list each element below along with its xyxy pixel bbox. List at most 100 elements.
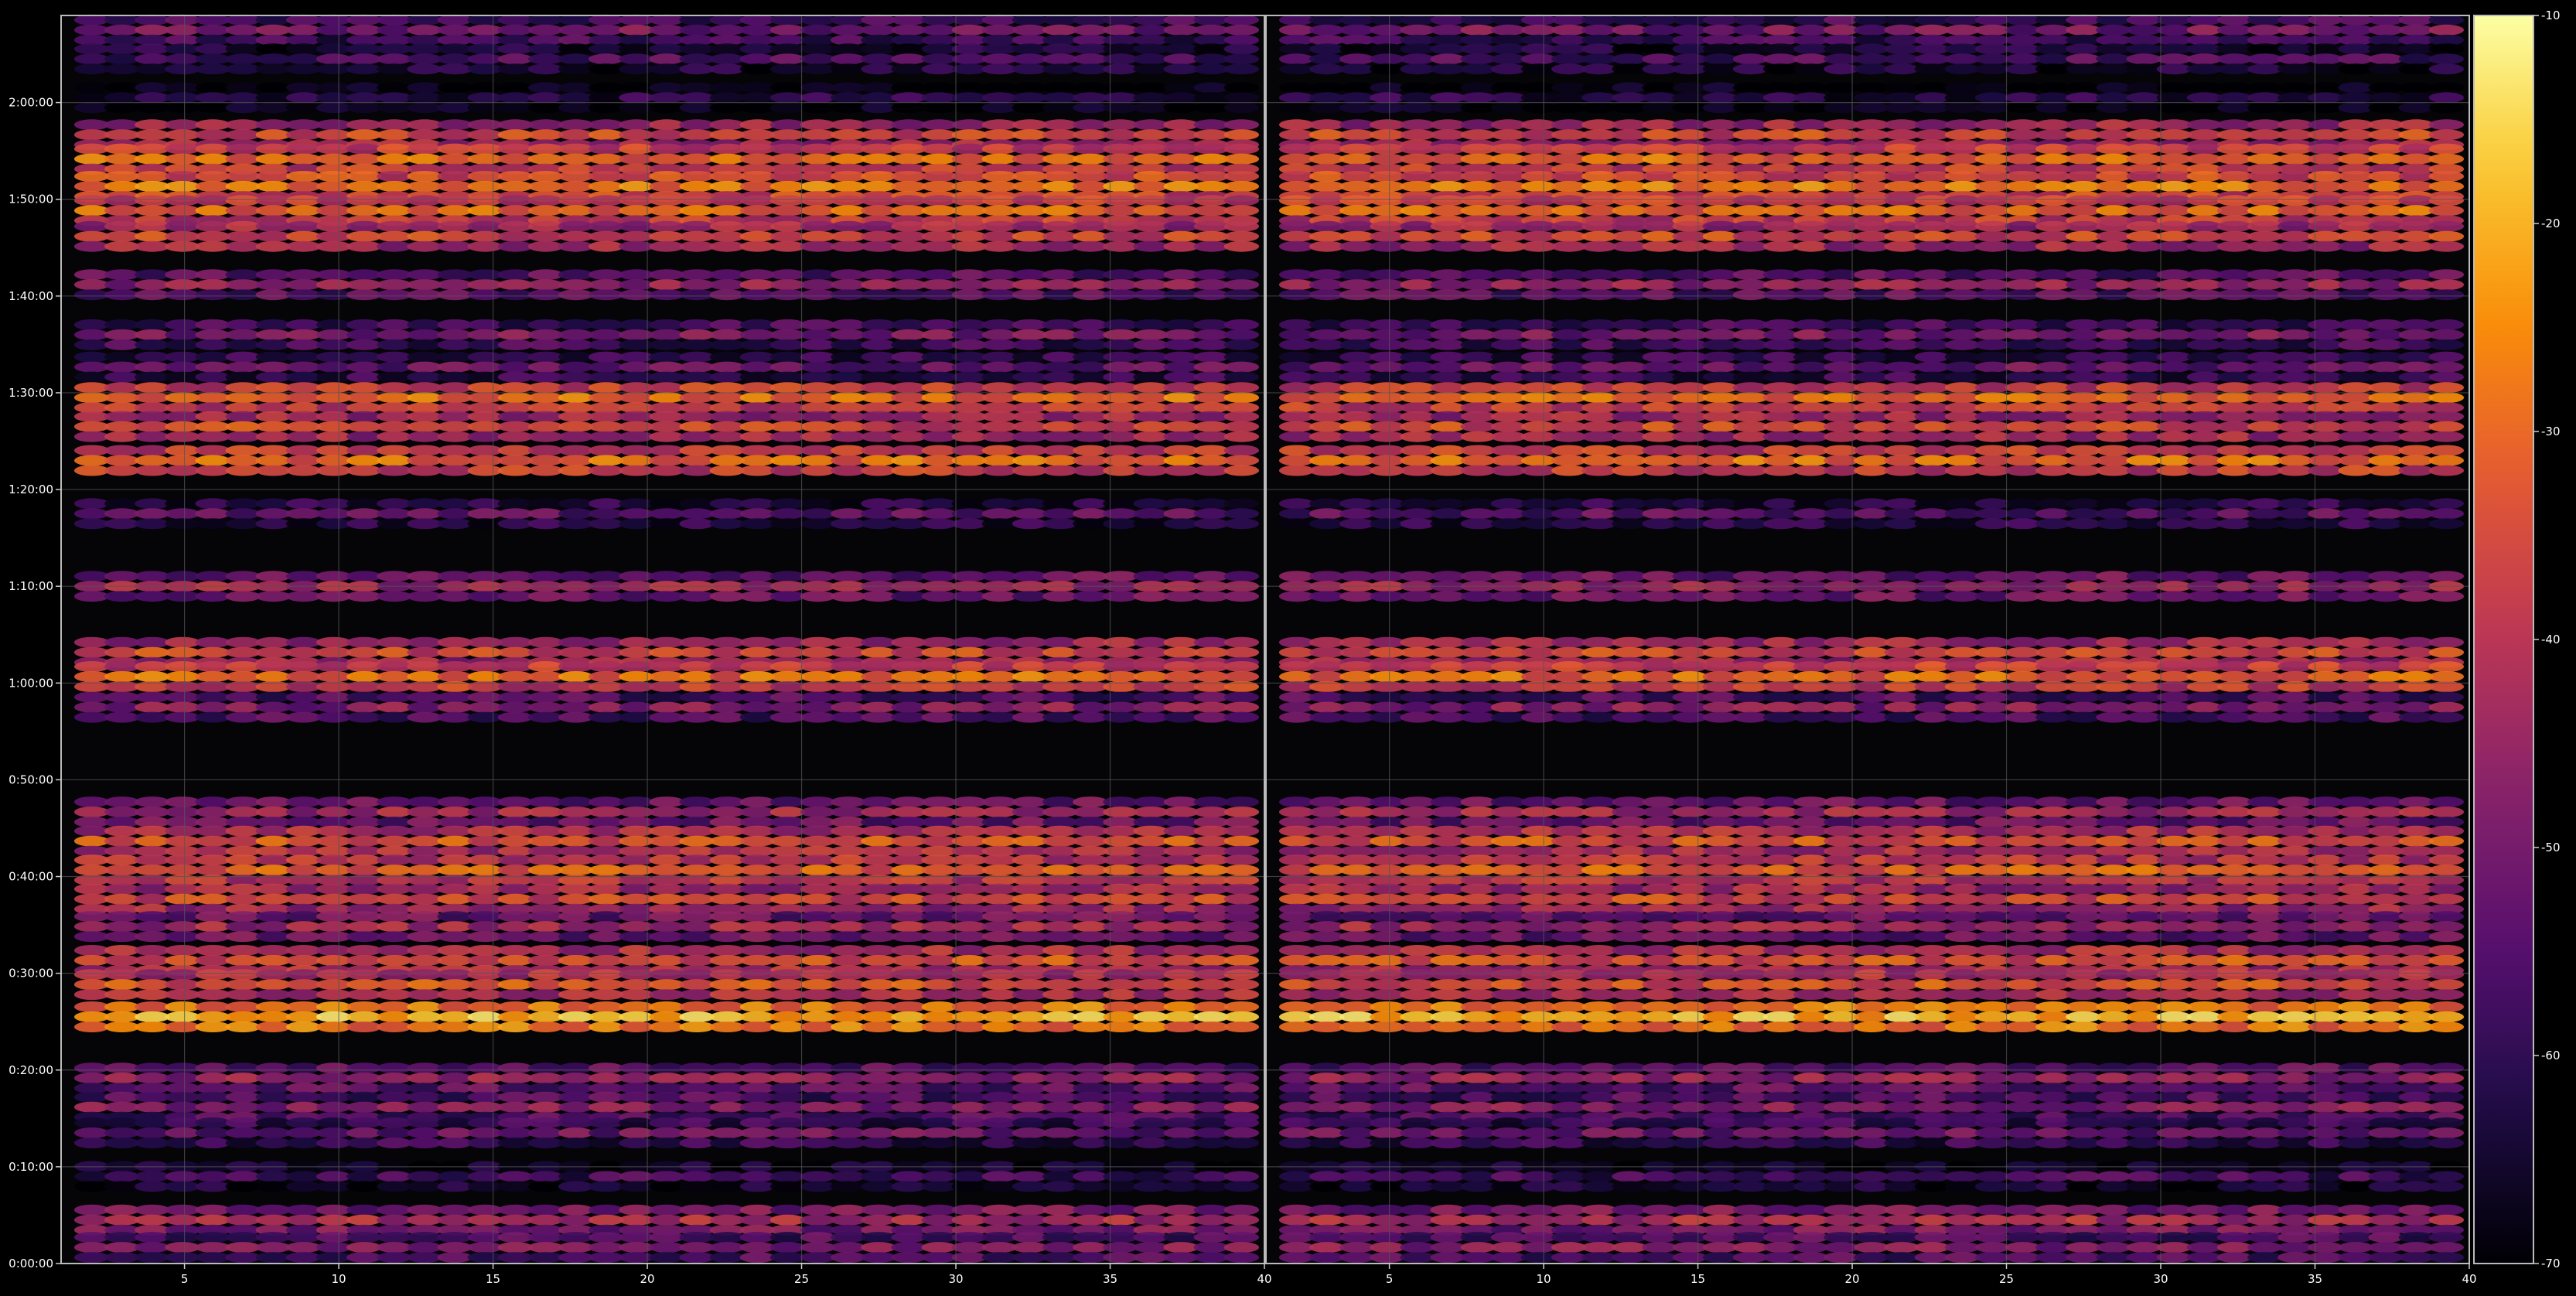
heatmap-cell <box>377 382 411 393</box>
heatmap-cell <box>104 826 139 837</box>
heatmap-cell <box>377 508 411 519</box>
heatmap-cell <box>104 865 139 875</box>
heatmap-cell <box>1551 319 1586 330</box>
heatmap-cell <box>1915 319 1950 330</box>
heatmap-cell <box>1073 1137 1107 1148</box>
heatmap-cell <box>1164 411 1199 422</box>
heatmap-cell <box>316 181 351 192</box>
heatmap-cell <box>437 231 472 242</box>
heatmap-cell <box>468 466 503 476</box>
heatmap-cell <box>1164 1242 1199 1253</box>
heatmap-cell <box>710 319 745 330</box>
heatmap-cell <box>619 269 653 280</box>
heatmap-cell <box>468 571 503 581</box>
heatmap-cell <box>316 931 351 942</box>
heatmap-cell <box>922 796 957 807</box>
heatmap-cell <box>1194 43 1229 54</box>
heatmap-cell <box>710 1001 745 1012</box>
heatmap-cell <box>740 53 775 64</box>
heatmap-cell <box>891 1117 926 1128</box>
heatmap-cell <box>861 171 896 182</box>
heatmap-cell <box>922 1062 957 1073</box>
heatmap-cell <box>346 571 381 581</box>
heatmap-cell <box>649 1102 684 1113</box>
heatmap-cell <box>468 92 503 103</box>
heatmap-cell <box>2217 144 2252 155</box>
heatmap-cell <box>498 289 533 300</box>
heatmap-cell <box>226 154 261 165</box>
heatmap-cell <box>1073 382 1107 393</box>
heatmap-cell <box>1854 241 1888 252</box>
heatmap-cell <box>1164 826 1199 837</box>
heatmap-cell <box>800 279 835 290</box>
heatmap-cell <box>800 508 835 519</box>
heatmap-cell <box>135 82 169 93</box>
heatmap-cell <box>2247 129 2282 140</box>
heatmap-cell <box>286 431 321 442</box>
heatmap-cell <box>346 894 381 905</box>
heatmap-cell <box>437 671 472 682</box>
heatmap-cell <box>1581 119 1616 130</box>
heatmap-cell <box>861 102 896 113</box>
heatmap-cell <box>770 1001 805 1012</box>
heatmap-cell <box>2096 279 2131 290</box>
heatmap-cell <box>74 508 109 519</box>
heatmap-cell <box>498 591 533 602</box>
heatmap-cell <box>2399 181 2434 192</box>
heatmap-cell <box>1073 702 1107 713</box>
heatmap-cell <box>135 1181 169 1192</box>
heatmap-cell <box>74 63 109 74</box>
heatmap-cell <box>104 339 139 350</box>
heatmap-cell <box>1673 319 1708 330</box>
heatmap-cell <box>1012 807 1047 817</box>
heatmap-cell <box>74 1092 109 1103</box>
heatmap-cell <box>1824 129 1858 140</box>
heatmap-cell <box>2187 129 2222 140</box>
heatmap-cell <box>1224 102 1259 113</box>
heatmap-cell <box>1012 43 1047 54</box>
heatmap-cell <box>1400 241 1435 252</box>
heatmap-cell <box>1042 591 1077 602</box>
heatmap-cell <box>831 362 865 373</box>
heatmap-cell <box>1133 807 1168 817</box>
heatmap-cell <box>104 1021 139 1032</box>
heatmap-cell <box>589 455 623 466</box>
heatmap-cell <box>256 25 291 36</box>
heatmap-cell <box>1915 53 1950 64</box>
heatmap-cell <box>1945 289 1980 300</box>
heatmap-cell <box>740 241 775 252</box>
heatmap-cell <box>468 421 503 432</box>
heatmap-cell <box>1339 119 1374 130</box>
heatmap-cell <box>619 1001 653 1012</box>
heatmap-cell <box>1673 241 1708 252</box>
heatmap-cell <box>679 671 714 682</box>
heatmap-cell <box>1042 1252 1077 1263</box>
heatmap-cell <box>800 25 835 36</box>
heatmap-cell <box>498 119 533 130</box>
heatmap-cell <box>922 989 957 1000</box>
heatmap-cell <box>800 119 835 130</box>
heatmap-cell <box>1224 989 1259 1000</box>
heatmap-cell <box>377 319 411 330</box>
heatmap-cell <box>74 884 109 895</box>
heatmap-cell <box>770 1102 805 1113</box>
heatmap-cell <box>165 63 200 74</box>
heatmap-cell <box>1551 205 1586 216</box>
heatmap-cell <box>679 171 714 182</box>
heatmap-cell <box>710 1021 745 1032</box>
heatmap-cell <box>952 647 987 658</box>
heatmap-cell <box>1521 231 1556 242</box>
heatmap-cell <box>800 702 835 713</box>
heatmap-cell <box>2157 231 2192 242</box>
heatmap-cell <box>468 647 503 658</box>
heatmap-cell <box>861 647 896 658</box>
heatmap-cell <box>1854 102 1888 113</box>
heatmap-cell <box>1133 921 1168 932</box>
heatmap-cell <box>346 195 381 206</box>
heatmap-cell <box>1133 205 1168 216</box>
heatmap-cell <box>2127 231 2161 242</box>
heatmap-cell <box>679 352 714 363</box>
heatmap-cell <box>135 571 169 581</box>
heatmap-cell <box>619 279 653 290</box>
heatmap-cell <box>74 231 109 242</box>
